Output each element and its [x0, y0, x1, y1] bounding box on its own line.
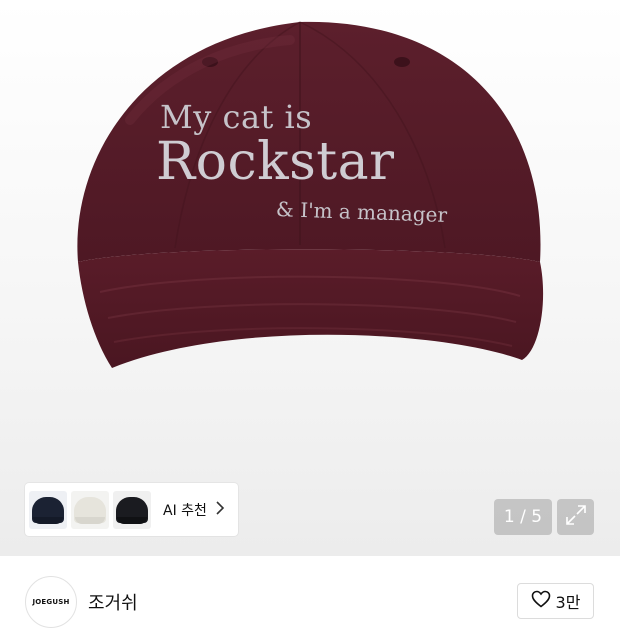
expand-icon: [565, 504, 587, 530]
recommend-thumbnail: [113, 490, 151, 529]
recommend-label: AI 추천: [163, 502, 207, 519]
recommend-thumbnail: [71, 490, 109, 529]
product-image-cap: [77, 21, 544, 368]
image-page-counter: 1 / 5: [494, 499, 552, 535]
store-logo-text: JOEGUSH: [32, 597, 70, 606]
fullscreen-button[interactable]: [557, 499, 594, 535]
ai-recommend-button[interactable]: AI 추천: [25, 483, 238, 536]
chevron-right-icon: [215, 500, 225, 519]
heart-icon: [531, 590, 551, 612]
store-name[interactable]: 조거쉬: [88, 589, 138, 615]
like-count: 3만: [555, 593, 581, 612]
store-logo[interactable]: JOEGUSH: [25, 576, 77, 628]
recommend-thumbnail: [29, 490, 67, 529]
product-image-gallery[interactable]: My cat is Rockstar & I'm a manager AI 추천…: [0, 0, 620, 556]
like-button[interactable]: 3만: [517, 583, 594, 619]
